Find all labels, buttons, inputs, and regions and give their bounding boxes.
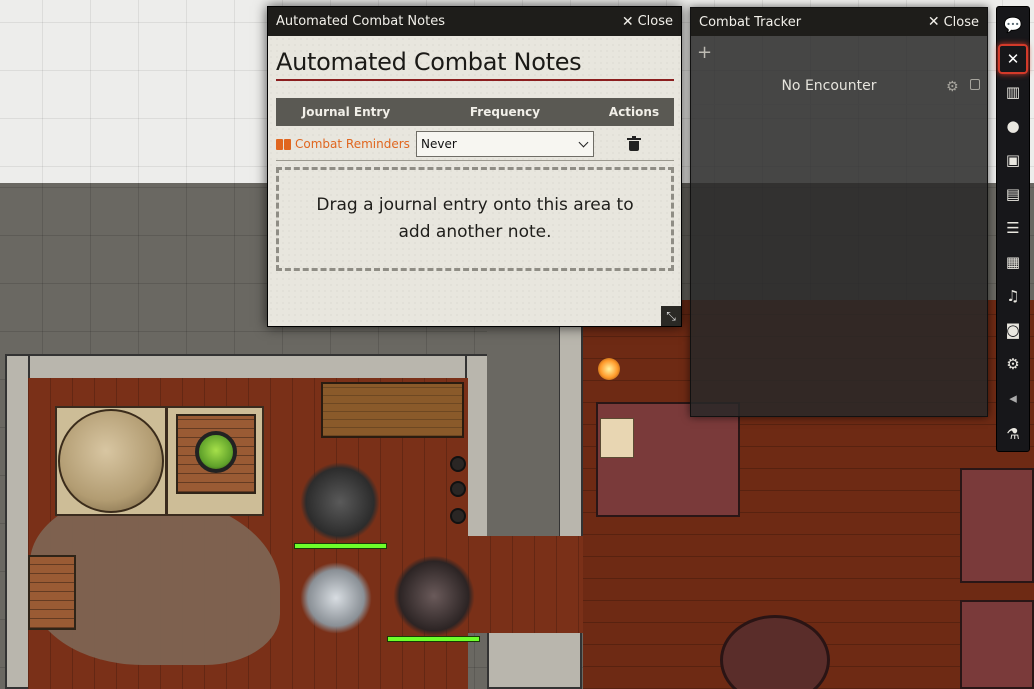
book-icon: ▤ [1005,185,1021,203]
wall-segment [487,630,582,689]
wall-segment [5,354,489,381]
tab-chat[interactable]: 💬 [998,10,1028,40]
drop-zone-hint: Drag a journal entry onto this area to a… [316,195,634,242]
add-encounter-button[interactable]: + [697,42,712,63]
table-list-icon: ☰ [1006,219,1020,237]
page-title: Automated Combat Notes [276,48,674,81]
chevron-down-icon [578,137,589,147]
cogs-icon: ⚙ [1006,355,1020,373]
caret-left-icon: ◂ [1009,389,1017,407]
wall-segment [558,300,583,570]
music-icon: ♫ [1006,287,1020,305]
expand-arrows-icon: ⤡ [666,308,676,323]
kitchen-table [321,382,464,438]
resize-handle[interactable]: ⤡ [661,306,681,326]
map-icon: ▥ [1005,83,1021,101]
tab-items[interactable]: ▣ [998,145,1028,175]
corridor [487,300,559,570]
automated-combat-notes-window: Automated Combat Notes ✕ Close Automated… [267,6,682,327]
tab-journal[interactable]: ▤ [998,179,1028,209]
book-open-icon [276,138,291,150]
frequency-select[interactable]: Never [416,131,594,157]
tab-compendium[interactable]: ◙ [998,315,1028,345]
tab-playlists[interactable]: ♫ [998,281,1028,311]
crossed-swords-icon: ✕ [1006,50,1020,68]
pillow [600,418,634,458]
column-header-actions: Actions [608,105,660,119]
wall-segment [5,354,30,689]
column-header-frequency: Frequency [469,105,541,119]
table-header: Journal Entry Frequency Actions [276,98,674,126]
combat-tracker-panel: Combat Tracker ✕ Close + No Encounter ⚙ [690,7,988,417]
cauldron [195,431,237,473]
room-floor [468,536,588,633]
wall-segment [465,354,489,539]
user-icon: ● [1006,117,1020,135]
clay-oven [58,409,164,513]
journal-entry-name: Combat Reminders [295,137,410,151]
close-label: Close [943,14,979,30]
brick-hearth [28,555,76,630]
tab-combat[interactable]: ✕ [998,44,1028,74]
bed [960,468,1034,583]
tab-cards[interactable]: ▦ [998,247,1028,277]
sidebar-tabs: 💬 ✕ ▥ ● ▣ ▤ ☰ ▦ ♫ ◙ ⚙ ◂ ⚗ [996,6,1030,452]
bed [960,600,1034,689]
column-header-journal-entry: Journal Entry [301,105,391,119]
enemy-token[interactable] [392,556,476,636]
atlas-icon: ◙ [1005,321,1021,339]
cards-icon: ▦ [1005,253,1021,271]
close-icon: ✕ [927,14,940,30]
window-title: Automated Combat Notes [276,14,445,29]
window-body: Automated Combat Notes Journal Entry Fre… [268,36,681,326]
divider [691,104,987,105]
encounter-status: No Encounter [781,78,877,94]
journal-drop-zone[interactable]: Drag a journal entry onto this area to a… [276,167,674,271]
notes-icon[interactable] [970,79,980,90]
tab-macros[interactable]: ⚗ [998,419,1028,449]
suitcase-icon: ▣ [1005,151,1021,169]
journal-entry-link[interactable]: Combat Reminders [276,137,416,151]
frequency-value: Never [421,137,457,151]
tab-settings[interactable]: ⚙ [998,349,1028,379]
close-icon: ✕ [621,13,634,30]
stool [450,481,466,497]
window-title: Combat Tracker [699,14,802,30]
close-button[interactable]: ✕ Close [928,14,979,30]
window-header[interactable]: Combat Tracker ✕ Close [691,8,987,36]
enemy-token[interactable] [300,462,380,542]
tab-tables[interactable]: ☰ [998,213,1028,243]
player-token[interactable] [300,562,372,634]
collapse-sidebar-button[interactable]: ◂ [998,383,1028,413]
stool [450,456,466,472]
flask-icon: ⚗ [1006,425,1020,443]
delete-note-button[interactable] [594,136,674,151]
tab-actors[interactable]: ● [998,111,1028,141]
chat-bubbles-icon: 💬 [1003,16,1023,34]
stool [450,508,466,524]
lamp [598,358,620,380]
combat-settings-gear-icon[interactable]: ⚙ [946,79,959,95]
close-button[interactable]: ✕ Close [622,14,673,30]
close-label: Close [637,14,673,29]
tab-scenes[interactable]: ▥ [998,77,1028,107]
token-hp-bar [387,636,480,642]
trash-icon [627,136,641,151]
table-row: Combat Reminders Never [276,128,674,161]
token-hp-bar [294,543,387,549]
window-header[interactable]: Automated Combat Notes ✕ Close [268,7,681,36]
